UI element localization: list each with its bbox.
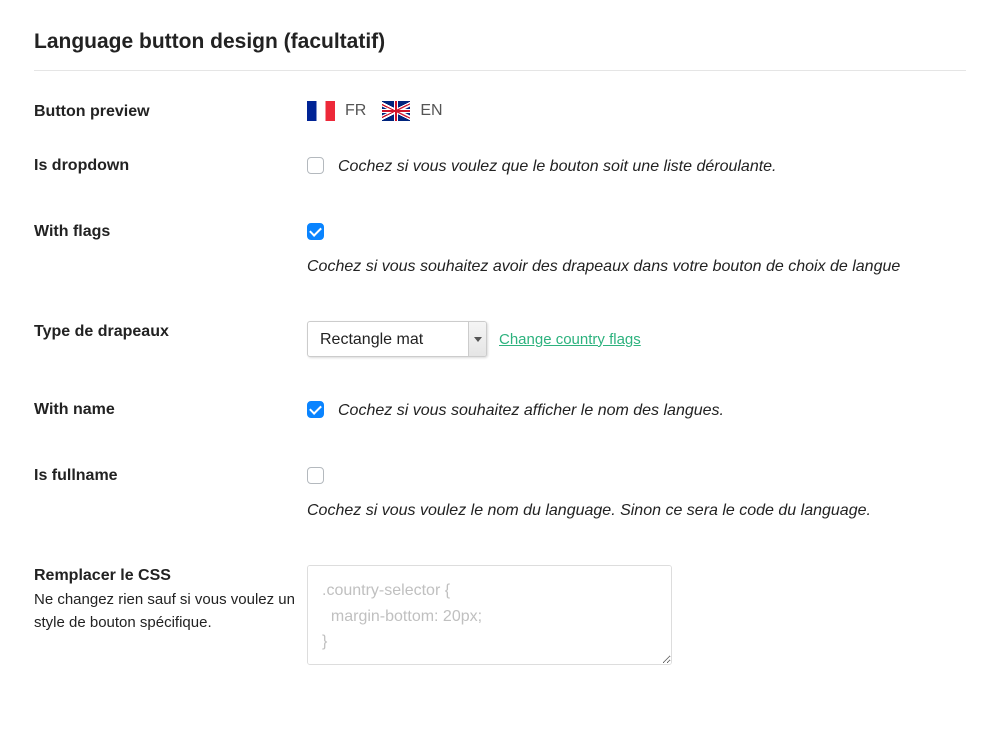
label-flag-type: Type de drapeaux (34, 323, 307, 341)
checkbox-is-dropdown[interactable] (307, 157, 324, 174)
label-with-name: With name (34, 401, 307, 419)
desc-with-flags: Cochez si vous souhaitez avoir des drape… (307, 255, 966, 279)
checkbox-with-name[interactable] (307, 401, 324, 418)
row-is-fullname: Is fullname Cochez si vous voulez le nom… (34, 465, 966, 523)
row-with-flags: With flags Cochez si vous souhaitez avoi… (34, 221, 966, 279)
row-with-name: With name Cochez si vous souhaitez affic… (34, 399, 966, 423)
flag-uk-icon (382, 101, 410, 121)
row-replace-css: Remplacer le CSS Ne changez rien sauf si… (34, 565, 966, 668)
label-is-fullname: Is fullname (34, 467, 307, 485)
lang-code-en: EN (420, 102, 442, 120)
row-is-dropdown: Is dropdown Cochez si vous voulez que le… (34, 155, 966, 179)
section-title: Language button design (facultatif) (34, 30, 966, 71)
label-is-dropdown: Is dropdown (34, 157, 307, 175)
label-replace-css: Remplacer le CSS (34, 567, 307, 585)
desc-is-dropdown: Cochez si vous voulez que le bouton soit… (338, 155, 777, 179)
desc-with-name: Cochez si vous souhaitez afficher le nom… (338, 399, 724, 423)
label-button-preview: Button preview (34, 103, 307, 121)
row-flag-type: Type de drapeaux Rectangle mat Change co… (34, 321, 966, 357)
language-preview: FR EN (307, 101, 966, 121)
link-change-flags[interactable]: Change country flags (499, 331, 641, 348)
row-button-preview: Button preview FR EN (34, 101, 966, 121)
checkbox-is-fullname[interactable] (307, 467, 324, 484)
sublabel-replace-css: Ne changez rien sauf si vous voulez un s… (34, 589, 307, 634)
checkbox-with-flags[interactable] (307, 223, 324, 240)
select-flag-type[interactable]: Rectangle mat (307, 321, 487, 357)
flag-fr-icon (307, 101, 335, 121)
label-with-flags: With flags (34, 223, 307, 241)
textarea-css[interactable] (307, 565, 672, 665)
lang-code-fr: FR (345, 102, 366, 120)
desc-is-fullname: Cochez si vous voulez le nom du language… (307, 499, 966, 523)
